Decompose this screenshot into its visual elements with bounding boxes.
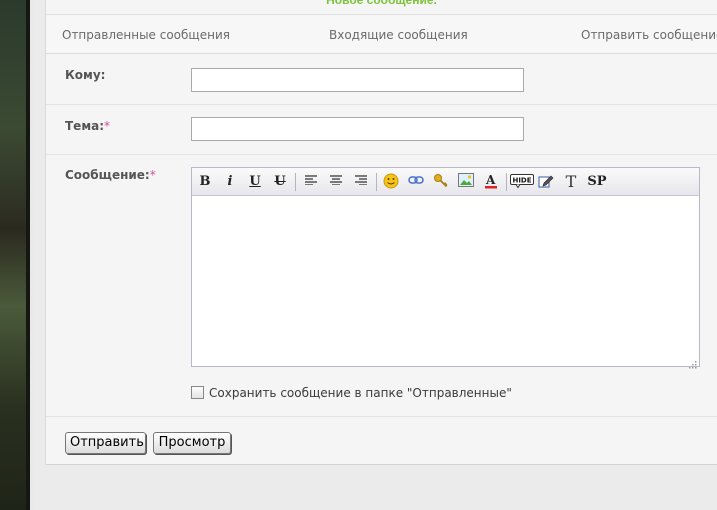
tab-send-message[interactable]: Отправить сообщение [581, 28, 717, 42]
subject-input[interactable] [191, 117, 524, 141]
subject-label: Тема:* [65, 119, 111, 133]
resize-handle-icon[interactable] [687, 354, 697, 369]
font-color-icon[interactable]: A [481, 173, 501, 191]
hide-text: HIDE [512, 177, 531, 185]
to-label: Кому: [65, 68, 106, 82]
smiley-icon[interactable] [381, 173, 401, 191]
key-icon[interactable] [431, 173, 451, 191]
text-tool-button[interactable]: T [561, 173, 581, 191]
message-textarea[interactable] [192, 197, 699, 366]
font-color-letter: A [485, 173, 496, 187]
required-mark: * [149, 168, 156, 182]
tab-inbox[interactable]: Входящие сообщения [329, 28, 468, 42]
required-mark: * [104, 119, 111, 133]
image-icon[interactable] [456, 173, 476, 191]
message-tabs: Отправленные сообщения Входящие сообщени… [46, 14, 717, 54]
background-image [0, 0, 30, 510]
hide-icon[interactable]: HIDE [509, 173, 535, 191]
message-label: Сообщение:* [65, 168, 156, 182]
to-input[interactable] [191, 68, 524, 92]
strikethrough-button[interactable]: U [270, 173, 290, 191]
spoiler-button[interactable]: SP [585, 173, 609, 191]
toolbar-separator [376, 173, 377, 191]
underline-button[interactable]: U [245, 173, 265, 191]
subject-row: Тема:* [46, 105, 717, 155]
align-left-icon[interactable] [301, 173, 321, 191]
page-title: Новое сообщение. [326, 0, 437, 7]
save-to-sent-checkbox[interactable] [191, 386, 204, 399]
edit-pencil-icon[interactable] [536, 173, 556, 191]
toolbar-separator [506, 173, 507, 191]
editor-toolbar: B i U U A HIDE T SP [192, 168, 699, 196]
italic-button[interactable]: i [220, 173, 240, 191]
bold-button[interactable]: B [195, 173, 215, 191]
to-row: Кому: [46, 55, 717, 105]
tab-sent-messages[interactable]: Отправленные сообщения [62, 28, 230, 42]
preview-button[interactable]: Просмотр [153, 432, 231, 454]
message-editor: B i U U A HIDE T SP [191, 167, 700, 369]
link-icon[interactable] [406, 173, 426, 191]
save-to-sent-label: Сохранить сообщение в папке "Отправленны… [209, 386, 512, 400]
toolbar-separator [295, 173, 296, 191]
align-center-icon[interactable] [326, 173, 346, 191]
align-right-icon[interactable] [351, 173, 371, 191]
send-button[interactable]: Отправить [65, 432, 146, 454]
